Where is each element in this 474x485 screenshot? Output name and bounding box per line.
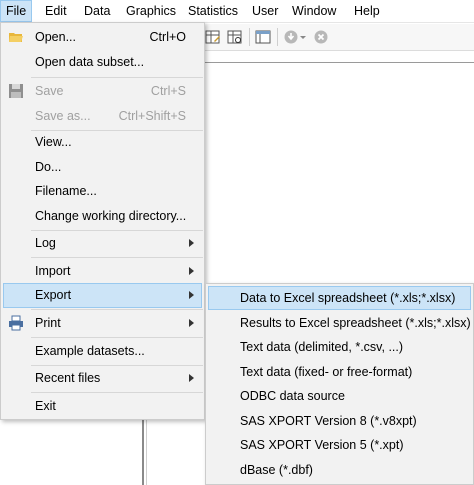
submenu-arrow-icon (189, 374, 194, 382)
open-folder-icon (9, 33, 23, 42)
submenu-item-results-to-excel[interactable]: Results to Excel spreadsheet (*.xls;*.xl… (208, 311, 471, 335)
menu-item-save-as[interactable]: Save as... Ctrl+Shift+S (3, 104, 202, 129)
menu-graphics[interactable]: Graphics (124, 0, 178, 22)
dropdown-arrow-icon[interactable] (299, 29, 307, 45)
submenu-item-text-data-fixed[interactable]: Text data (fixed- or free-format) (208, 360, 471, 384)
menu-bar: File Edit Data Graphics Statistics User … (0, 0, 474, 23)
menu-window[interactable]: Window (290, 0, 338, 22)
submenu-arrow-icon (189, 267, 194, 275)
menu-item-view[interactable]: View... (3, 130, 202, 155)
submenu-item-text-data-delimited[interactable]: Text data (delimited, *.csv, ...) (208, 335, 471, 359)
menu-item-export[interactable]: Export (3, 283, 202, 308)
menu-item-example-datasets[interactable]: Example datasets... (3, 339, 202, 364)
submenu-item-sas-xport-5[interactable]: SAS XPORT Version 5 (*.xpt) (208, 433, 471, 457)
menu-item-open[interactable]: Open... Ctrl+O (3, 25, 202, 50)
more-icon[interactable] (283, 29, 299, 45)
submenu-item-sas-xport-8[interactable]: SAS XPORT Version 8 (*.v8xpt) (208, 409, 471, 433)
submenu-arrow-icon (189, 239, 194, 247)
file-menu: Open... Ctrl+O Open data subset... Save … (0, 22, 205, 420)
break-icon[interactable] (313, 29, 329, 45)
menu-user[interactable]: User (250, 0, 280, 22)
submenu-arrow-icon (189, 319, 194, 327)
menu-data[interactable]: Data (82, 0, 112, 22)
menu-item-open-data-subset[interactable]: Open data subset... (3, 50, 202, 75)
submenu-item-dbase[interactable]: dBase (*.dbf) (208, 458, 471, 482)
menu-edit[interactable]: Edit (43, 0, 69, 22)
menu-statistics[interactable]: Statistics (186, 0, 240, 22)
menu-item-change-working-directory[interactable]: Change working directory... (3, 204, 202, 229)
printer-icon (9, 315, 23, 331)
toolbar (205, 24, 474, 51)
submenu-arrow-icon (189, 291, 194, 299)
menu-help[interactable]: Help (352, 0, 382, 22)
variables-manager-icon[interactable] (255, 29, 271, 45)
menu-item-print[interactable]: Print (3, 311, 202, 336)
menu-file[interactable]: File (0, 0, 33, 22)
menu-item-log[interactable]: Log (3, 231, 202, 256)
menu-item-import[interactable]: Import (3, 259, 202, 284)
menu-item-save[interactable]: Save Ctrl+S (3, 79, 202, 104)
menu-item-do[interactable]: Do... (3, 155, 202, 180)
data-browser-icon[interactable] (227, 29, 243, 45)
menu-item-exit[interactable]: Exit (3, 394, 202, 419)
data-editor-icon[interactable] (205, 29, 221, 45)
menu-item-recent-files[interactable]: Recent files (3, 366, 202, 391)
submenu-item-data-to-excel[interactable]: Data to Excel spreadsheet (*.xls;*.xlsx) (208, 286, 471, 310)
menu-item-filename[interactable]: Filename... (3, 179, 202, 204)
save-icon (9, 84, 23, 98)
submenu-item-odbc[interactable]: ODBC data source (208, 384, 471, 408)
export-submenu: Data to Excel spreadsheet (*.xls;*.xlsx)… (205, 283, 474, 485)
